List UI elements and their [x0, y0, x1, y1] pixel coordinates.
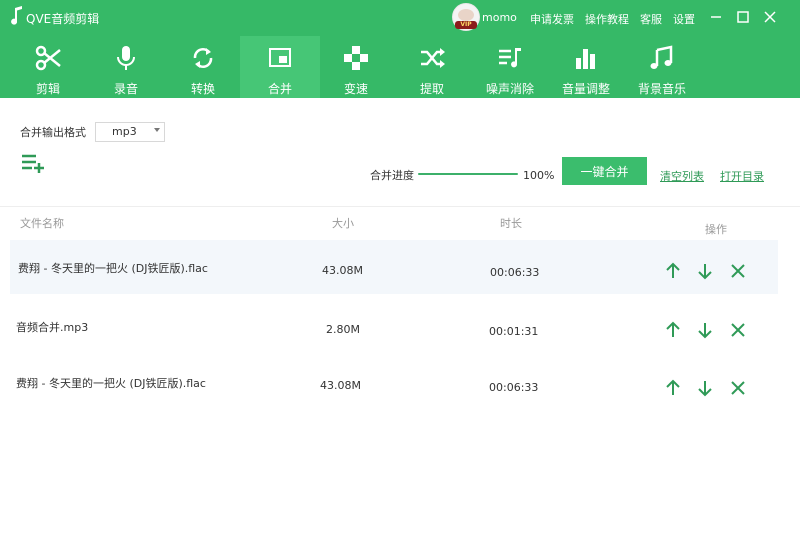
progress-value: 100% — [523, 169, 555, 182]
table-header: 文件名称 大小 时长 操作 — [0, 206, 800, 237]
dpad-icon — [344, 46, 368, 70]
main-toolbar: 剪辑 录音 转换 合并 变速 提取 噪声消除 音量调整 背景音乐 — [0, 36, 800, 98]
table-row[interactable]: 费翔 - 冬天里的一把火 (DJ铁匠版).flac 43.08M 00:06:3… — [10, 240, 778, 294]
avatar-face-icon — [458, 9, 474, 21]
file-duration: 00:06:33 — [490, 266, 540, 279]
table-row[interactable]: 音频合并.mp3 2.80M 00:01:31 — [10, 303, 778, 357]
refresh-icon — [193, 48, 213, 68]
arrow-up-icon[interactable] — [664, 262, 682, 280]
table-row[interactable]: 费翔 - 冬天里的一把火 (DJ铁匠版).flac 43.08M 00:06:3… — [10, 361, 778, 415]
tab-record[interactable]: 录音 — [86, 36, 166, 98]
header-actions: 操作 — [705, 223, 727, 236]
file-size: 43.08M — [320, 379, 361, 392]
file-size: 2.80M — [326, 323, 360, 336]
close-icon[interactable] — [759, 6, 781, 28]
tab-label: 音量调整 — [561, 82, 610, 96]
invoice-link[interactable]: 申请发票 — [530, 11, 574, 27]
playlist-music-icon — [499, 48, 521, 68]
arrow-up-icon[interactable] — [664, 379, 682, 397]
output-format-label: 合并输出格式 — [20, 126, 86, 139]
bar-chart-icon — [576, 49, 595, 69]
header-filename: 文件名称 — [20, 217, 64, 230]
file-duration: 00:06:33 — [489, 381, 539, 394]
header-size: 大小 — [332, 217, 354, 230]
file-name: 费翔 - 冬天里的一把火 (DJ铁匠版).flac — [18, 262, 208, 275]
tab-label: 录音 — [113, 82, 138, 96]
delete-icon[interactable] — [729, 262, 747, 280]
arrow-down-icon[interactable] — [696, 321, 714, 339]
tab-cut[interactable]: 剪辑 — [8, 36, 88, 98]
tab-label: 变速 — [343, 82, 368, 96]
file-name: 费翔 - 冬天里的一把火 (DJ铁匠版).flac — [16, 377, 206, 390]
file-duration: 00:01:31 — [489, 325, 539, 338]
tab-extract[interactable]: 提取 — [392, 36, 472, 98]
tab-convert[interactable]: 转换 — [163, 36, 243, 98]
tab-noise-removal[interactable]: 噪声消除 — [470, 36, 550, 98]
arrow-down-icon[interactable] — [696, 262, 714, 280]
output-format-select[interactable]: mp3 — [95, 122, 165, 142]
progress-label: 合并进度 — [370, 169, 414, 182]
maximize-icon[interactable] — [732, 6, 754, 28]
delete-icon[interactable] — [729, 321, 747, 339]
arrow-down-icon[interactable] — [696, 379, 714, 397]
title-bar: QVE音频剪辑 VIP momo 申请发票 操作教程 客服 设置 — [0, 0, 800, 36]
music-notes-icon — [650, 45, 673, 69]
music-note-icon — [11, 6, 22, 25]
scissors-icon — [35, 45, 61, 71]
tab-speed[interactable]: 变速 — [316, 36, 396, 98]
tutorial-link[interactable]: 操作教程 — [585, 11, 629, 27]
add-to-list-icon[interactable] — [20, 152, 46, 174]
tab-label: 提取 — [419, 82, 444, 96]
tab-label: 背景音乐 — [637, 82, 686, 96]
tab-merge[interactable]: 合并 — [240, 36, 320, 98]
app-title: QVE音频剪辑 — [26, 12, 100, 26]
delete-icon[interactable] — [729, 379, 747, 397]
clear-list-link[interactable]: 清空列表 — [660, 168, 704, 184]
file-size: 43.08M — [322, 264, 363, 277]
merge-panel: 合并输出格式 mp3 合并进度 100% 一键合并 清空列表 打开目录 文件名称… — [0, 98, 800, 543]
avatar[interactable]: VIP — [452, 3, 480, 31]
username[interactable]: momo — [482, 11, 517, 24]
arrow-up-icon[interactable] — [664, 321, 682, 339]
minimize-icon[interactable] — [705, 6, 727, 28]
file-name: 音频合并.mp3 — [16, 321, 89, 334]
tab-label: 转换 — [190, 82, 215, 96]
header-duration: 时长 — [500, 217, 522, 230]
microphone-icon — [117, 46, 135, 70]
tab-background-music[interactable]: 背景音乐 — [622, 36, 702, 98]
tab-volume[interactable]: 音量调整 — [546, 36, 626, 98]
merge-window-icon — [269, 48, 291, 67]
tab-label: 合并 — [267, 82, 292, 96]
tab-label: 噪声消除 — [485, 82, 534, 96]
vip-badge: VIP — [455, 21, 477, 29]
settings-link[interactable]: 设置 — [673, 11, 695, 27]
merge-progress-bar — [418, 173, 518, 175]
output-format-value: mp3 — [112, 125, 137, 138]
merge-button[interactable]: 一键合并 — [562, 157, 647, 185]
shuffle-icon — [421, 48, 445, 68]
support-link[interactable]: 客服 — [640, 11, 662, 27]
tab-label: 剪辑 — [35, 82, 60, 96]
open-dir-link[interactable]: 打开目录 — [720, 168, 764, 184]
chevron-down-icon — [154, 128, 160, 132]
